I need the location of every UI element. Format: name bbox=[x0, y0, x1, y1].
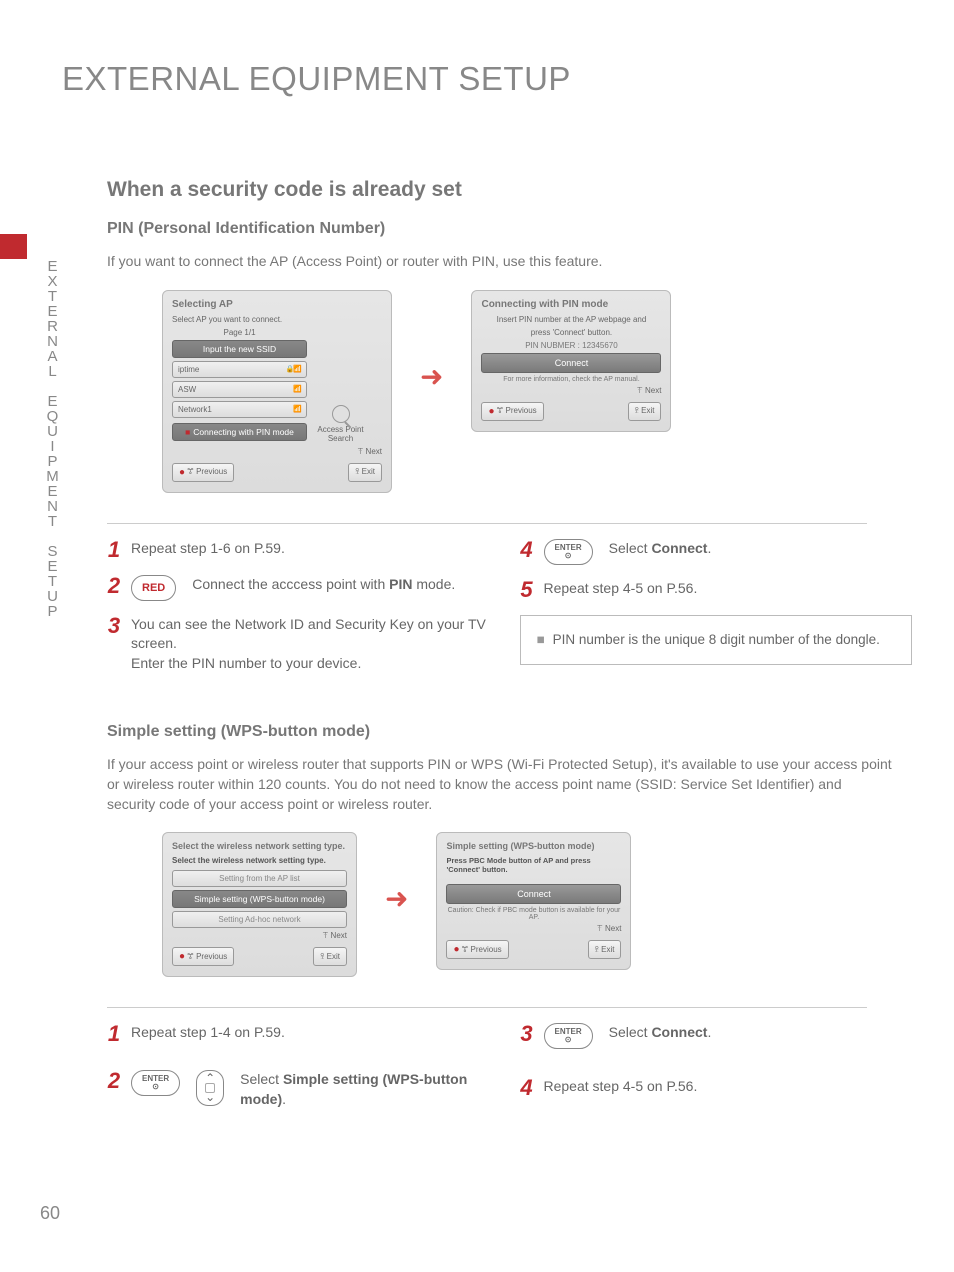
section2-steps: 1 Repeat step 1-4 on P.59. 2 ENTER⊙ ⌃⌄ Se… bbox=[107, 1023, 912, 1123]
panel-title: Select the wireless network setting type… bbox=[172, 841, 347, 851]
panel-title: Selecting AP bbox=[172, 299, 382, 310]
ap-item[interactable]: ASW 📶 bbox=[172, 381, 307, 398]
accent-bar bbox=[0, 234, 27, 259]
step-number: 4 bbox=[520, 1077, 534, 1099]
step-number: 5 bbox=[520, 579, 534, 601]
ap-item[interactable]: Network1 📶 bbox=[172, 401, 307, 418]
arrow-icon: ➜ bbox=[385, 882, 408, 915]
page-title: EXTERNAL EQUIPMENT SETUP bbox=[62, 60, 912, 98]
panel-pin-mode: Connecting with PIN mode Insert PIN numb… bbox=[471, 290, 671, 432]
step-number: 3 bbox=[520, 1023, 534, 1045]
step-number: 1 bbox=[107, 1023, 121, 1045]
panel-sub: Insert PIN number at the AP webpage and bbox=[481, 315, 661, 324]
panel-title: Connecting with PIN mode bbox=[481, 299, 661, 310]
step-text: Select Connect. bbox=[609, 1023, 912, 1043]
previous-button[interactable]: ●ꔅ Previous bbox=[172, 947, 234, 966]
connect-button[interactable]: Connect bbox=[446, 884, 621, 904]
panel-wps-connect: Simple setting (WPS-button mode) Press P… bbox=[436, 832, 631, 970]
signal-icon: 🔒📶 bbox=[286, 365, 301, 373]
page-number: 60 bbox=[40, 1203, 60, 1224]
step-number: 2 bbox=[107, 1070, 121, 1092]
panel-sub: Select AP you want to connect. bbox=[172, 315, 382, 324]
panel-note: Caution: Check if PBC mode button is ava… bbox=[446, 907, 621, 921]
exit-button[interactable]: ꕉ Exit bbox=[628, 402, 662, 421]
ap-label: iptime bbox=[178, 365, 199, 374]
enter-button: ENTER⊙ bbox=[131, 1070, 180, 1096]
arrow-icon: ➜ bbox=[420, 360, 443, 393]
pin-value: PIN NUBMER : 12345670 bbox=[481, 341, 661, 350]
section2-subheading: Simple setting (WPS-button mode) bbox=[107, 723, 912, 741]
panel-network-type: Select the wireless network setting type… bbox=[162, 832, 357, 977]
panel-sub: Press PBC Mode button of AP and press 'C… bbox=[446, 856, 621, 874]
bullet-icon: ■ bbox=[537, 630, 545, 650]
section2-intro: If your access point or wireless router … bbox=[107, 755, 892, 814]
info-text: PIN number is the unique 8 digit number … bbox=[553, 630, 880, 650]
step-text: Repeat step 1-6 on P.59. bbox=[131, 539, 500, 559]
enter-button: ENTER⊙ bbox=[544, 539, 593, 565]
section2-screens: Select the wireless network setting type… bbox=[162, 832, 912, 977]
step-text: Repeat step 1-4 on P.59. bbox=[131, 1023, 500, 1043]
section1-screens: Selecting AP Select AP you want to conne… bbox=[162, 290, 912, 493]
previous-button[interactable]: ●ꔅ Previous bbox=[172, 463, 234, 482]
exit-button[interactable]: ꕉ Exit bbox=[313, 947, 347, 966]
signal-icon: 📶 bbox=[293, 385, 301, 393]
step-number: 3 bbox=[107, 615, 121, 637]
next-hint: ꔉ Next bbox=[172, 447, 382, 457]
panel-note: For more information, check the AP manua… bbox=[481, 376, 661, 383]
input-ssid[interactable]: Input the new SSID bbox=[172, 340, 307, 358]
info-box: ■ PIN number is the unique 8 digit numbe… bbox=[520, 615, 913, 665]
ap-label: Network1 bbox=[178, 405, 212, 414]
page-indicator: Page 1/1 bbox=[172, 328, 307, 337]
step-number: 4 bbox=[520, 539, 534, 561]
exit-button[interactable]: ꕉ Exit bbox=[348, 463, 382, 482]
section1-subheading: PIN (Personal Identification Number) bbox=[107, 220, 912, 238]
section1-intro: If you want to connect the AP (Access Po… bbox=[107, 252, 892, 272]
panel-selecting-ap: Selecting AP Select AP you want to conne… bbox=[162, 290, 392, 493]
step-text: Repeat step 4-5 on P.56. bbox=[544, 579, 913, 599]
previous-button[interactable]: ●ꔅ Previous bbox=[446, 940, 508, 959]
pin-mode-button[interactable]: ■Connecting with PIN mode bbox=[172, 423, 307, 441]
panel-sub: Select the wireless network setting type… bbox=[172, 856, 347, 865]
step-text: You can see the Network ID and Security … bbox=[131, 615, 500, 674]
signal-icon: 📶 bbox=[293, 405, 301, 413]
next-hint: ꔉ Next bbox=[481, 386, 661, 396]
step-text: Repeat step 4-5 on P.56. bbox=[544, 1077, 913, 1097]
step-text: Select Simple setting (WPS-button mode). bbox=[240, 1070, 499, 1109]
next-hint: ꔉ Next bbox=[446, 924, 621, 934]
nav-button: ⌃⌄ bbox=[196, 1070, 224, 1106]
step-text: Connect the acccess point with PIN mode. bbox=[192, 575, 499, 595]
ap-label: ASW bbox=[178, 385, 196, 394]
step-number: 1 bbox=[107, 539, 121, 561]
next-hint: ꔉ Next bbox=[172, 931, 347, 941]
section1-heading: When a security code is already set bbox=[107, 178, 912, 202]
step-number: 2 bbox=[107, 575, 121, 597]
panel-sub: press 'Connect' button. bbox=[481, 328, 661, 337]
exit-button[interactable]: ꕉ Exit bbox=[588, 940, 622, 959]
step-text: Select Connect. bbox=[609, 539, 912, 559]
red-button: RED bbox=[131, 575, 176, 601]
option-ap-list[interactable]: Setting from the AP list bbox=[172, 870, 347, 887]
page-content: EXTERNAL EQUIPMENT SETUP When a security… bbox=[62, 60, 912, 1123]
search-label: Access Point Search bbox=[313, 426, 368, 444]
search-box[interactable]: Access Point Search bbox=[313, 328, 368, 444]
ap-item[interactable]: iptime 🔒📶 bbox=[172, 361, 307, 378]
panel-title: Simple setting (WPS-button mode) bbox=[446, 841, 621, 851]
enter-button: ENTER⊙ bbox=[544, 1023, 593, 1049]
connect-button[interactable]: Connect bbox=[481, 353, 661, 373]
section1-steps: 1 Repeat step 1-6 on P.59. 2 RED Connect … bbox=[107, 539, 912, 688]
option-wps[interactable]: Simple setting (WPS-button mode) bbox=[172, 890, 347, 908]
option-adhoc[interactable]: Setting Ad-hoc network bbox=[172, 911, 347, 928]
side-title: EXTERNAL EQUIPMENT SETUP bbox=[44, 258, 61, 618]
previous-button[interactable]: ●ꔅ Previous bbox=[481, 402, 543, 421]
search-icon bbox=[332, 405, 350, 423]
